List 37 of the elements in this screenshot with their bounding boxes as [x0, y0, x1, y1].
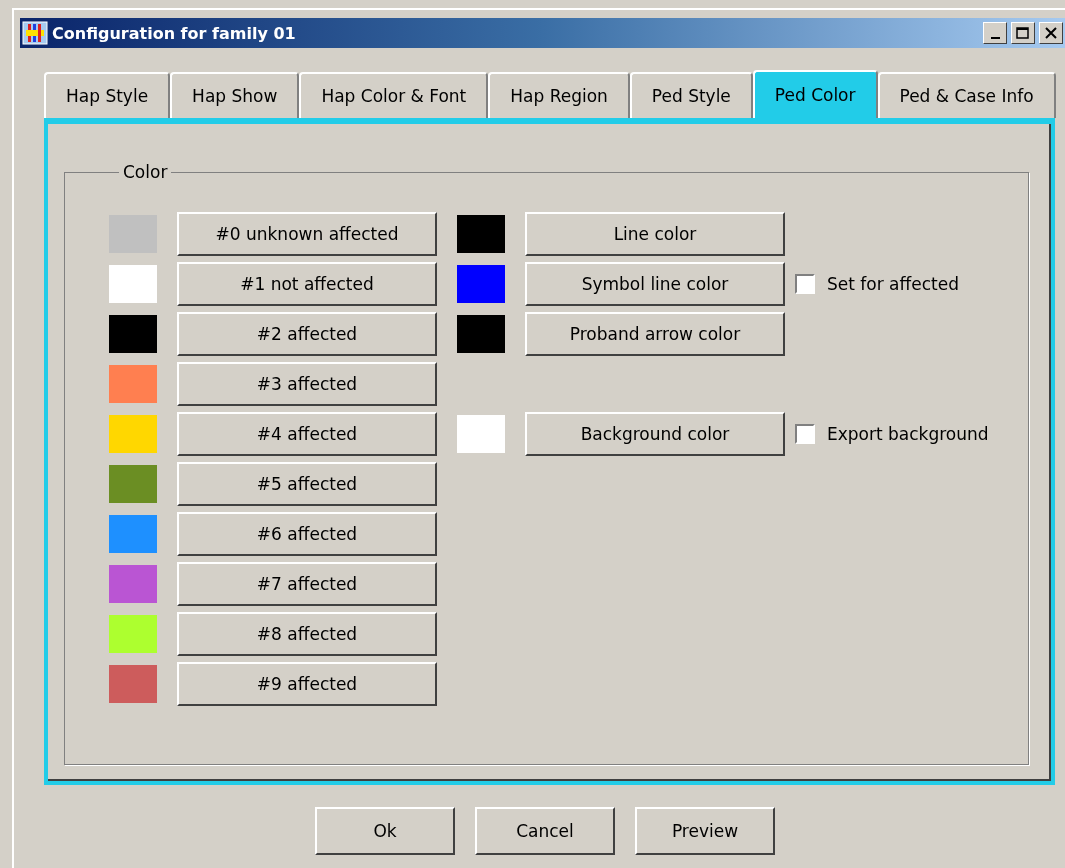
tab[interactable]: Hap Color & Font: [299, 72, 489, 118]
window-title: Configuration for family 01: [52, 23, 297, 43]
checkbox-label: Set for affected: [827, 274, 959, 294]
tab[interactable]: Ped Style: [629, 72, 753, 118]
tab[interactable]: Hap Region: [488, 72, 630, 118]
group-title: Color: [122, 162, 169, 182]
close-button[interactable]: [1039, 22, 1063, 44]
color-button[interactable]: Line color: [525, 212, 785, 256]
color-button[interactable]: #8 affected: [177, 612, 437, 656]
maximize-icon: [1016, 27, 1030, 39]
color-button[interactable]: Symbol line color: [525, 262, 785, 306]
color-button[interactable]: Proband arrow color: [525, 312, 785, 356]
color-button[interactable]: #2 affected: [177, 312, 437, 356]
color-button[interactable]: #4 affected: [177, 412, 437, 456]
checkbox[interactable]: [795, 424, 815, 444]
tab[interactable]: Ped & Case Info: [877, 72, 1056, 118]
color-button[interactable]: Background color: [525, 412, 785, 456]
color-button[interactable]: #5 affected: [177, 462, 437, 506]
minimize-icon: [990, 37, 1000, 39]
app-icon: [22, 21, 48, 45]
color-button[interactable]: #7 affected: [177, 562, 437, 606]
dialog-button[interactable]: Preview: [635, 807, 775, 855]
tab[interactable]: Hap Show: [170, 72, 300, 118]
dialog-button[interactable]: Cancel: [475, 807, 615, 855]
maximize-button[interactable]: [1011, 22, 1035, 44]
minimize-button[interactable]: [983, 22, 1007, 44]
color-button[interactable]: #6 affected: [177, 512, 437, 556]
color-button[interactable]: #0 unknown affected: [177, 212, 437, 256]
color-button[interactable]: #9 affected: [177, 662, 437, 706]
tab[interactable]: Ped Color: [752, 70, 878, 118]
tab[interactable]: Hap Style: [44, 72, 171, 118]
color-button[interactable]: #3 affected: [177, 362, 437, 406]
dialog-button[interactable]: Ok: [315, 807, 455, 855]
color-button[interactable]: #1 not affected: [177, 262, 437, 306]
close-icon: [1045, 27, 1057, 39]
checkbox-label: Export background: [827, 424, 989, 444]
checkbox[interactable]: [795, 274, 815, 294]
